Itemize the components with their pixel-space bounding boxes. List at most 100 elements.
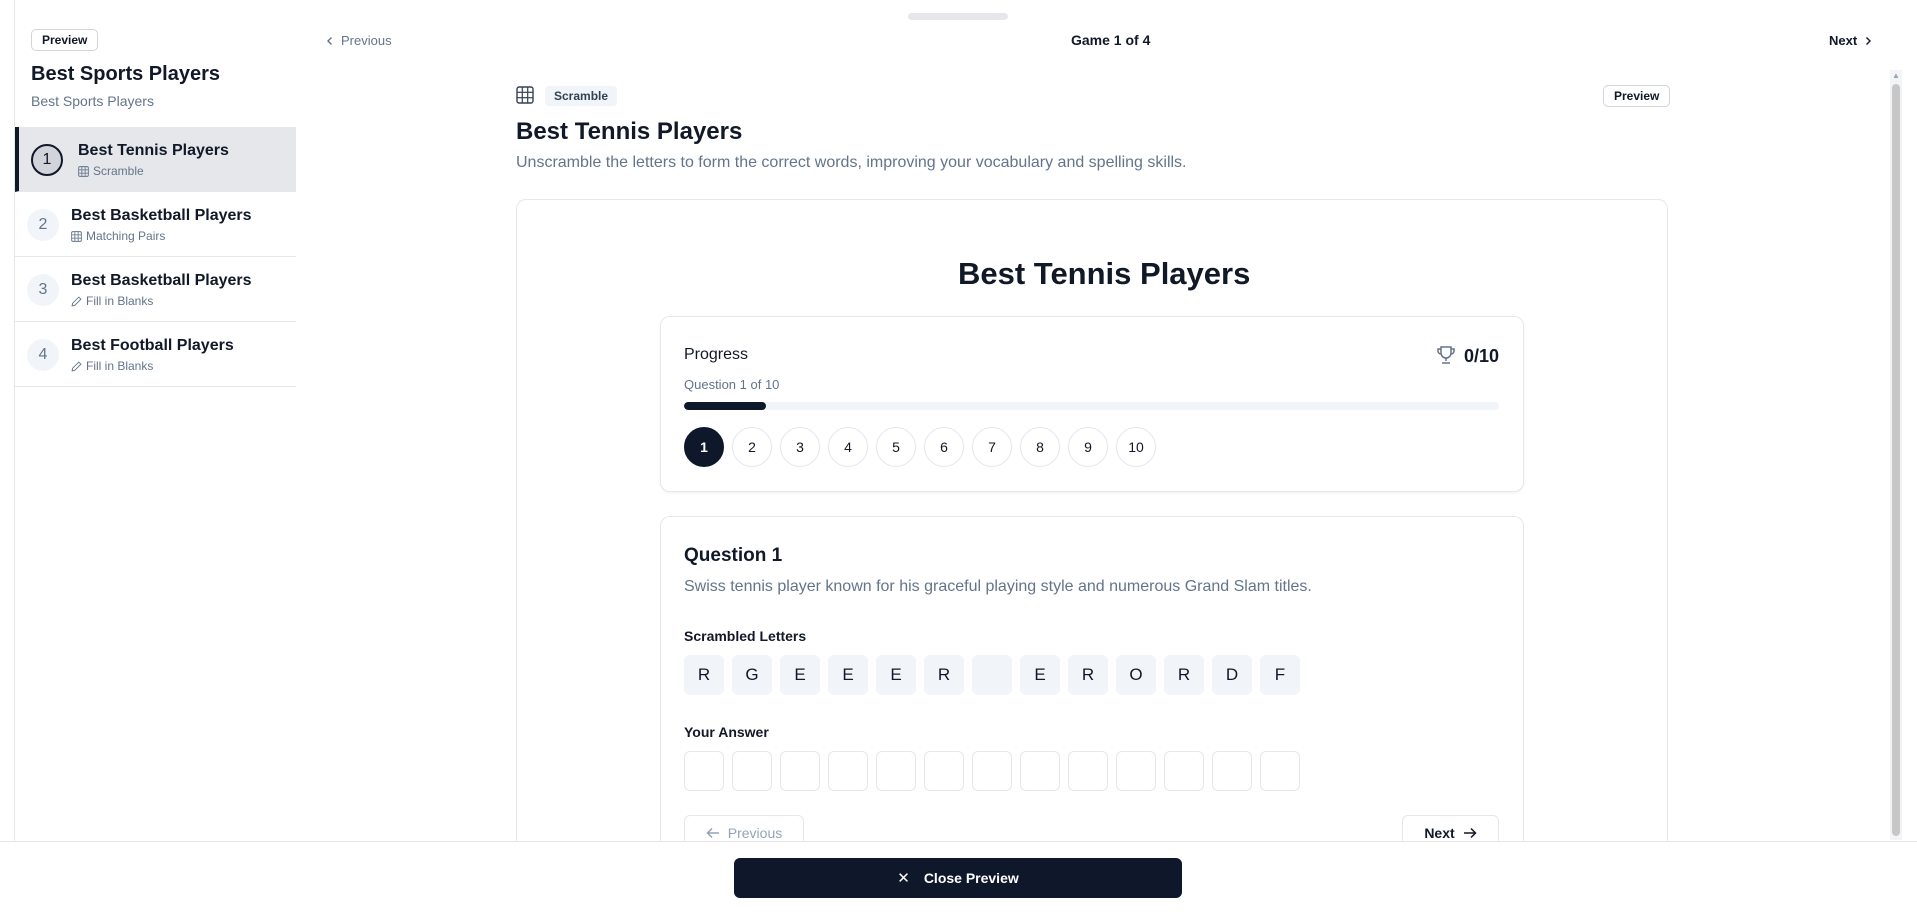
game-list: 1 Best Tennis Players Scramble 2 Best Basket… — [15, 127, 296, 387]
game-counter: Game 1 of 4 — [1071, 32, 1151, 48]
question-dot-button[interactable]: 5 — [876, 427, 916, 467]
question-next-label: Next — [1424, 825, 1455, 841]
letter-tile[interactable]: E — [1020, 655, 1060, 695]
arrow-right-icon — [1463, 827, 1477, 839]
game-description: Unscramble the letters to form the corre… — [516, 154, 1187, 171]
question-dot-button[interactable]: 6 — [924, 427, 964, 467]
chevron-right-icon — [1866, 36, 1872, 45]
game-number-badge: 1 — [31, 144, 63, 176]
game-item-name: Best Basketball Players — [71, 272, 252, 289]
sidebar-game-item[interactable]: 3 Best Basketball Players Fill in Blanks — [15, 257, 296, 322]
game-heading: Best Tennis Players — [516, 118, 743, 145]
pencil-icon — [71, 295, 82, 307]
letter-tile[interactable]: G — [732, 655, 772, 695]
scrollbar-thumb[interactable] — [1892, 84, 1900, 836]
grid-icon — [78, 165, 89, 177]
preview-page: Preview Best Sports Players Best Sports … — [0, 0, 1917, 916]
game-item-type: Matching Pairs — [71, 229, 165, 243]
letter-tile[interactable]: R — [1068, 655, 1108, 695]
game-item-type: Fill in Blanks — [71, 294, 153, 308]
question-dot-button[interactable]: 4 — [828, 427, 868, 467]
question-dot-button[interactable]: 8 — [1020, 427, 1060, 467]
sidebar-game-item[interactable]: 4 Best Football Players Fill in Blanks — [15, 322, 296, 387]
progress-bar-fill — [684, 402, 766, 410]
answer-slot[interactable] — [1020, 751, 1060, 791]
question-dot-button[interactable]: 1 — [684, 427, 724, 467]
game-item-type-label: Scramble — [93, 164, 144, 178]
answer-slot[interactable] — [1212, 751, 1252, 791]
game-item-type: Scramble — [78, 164, 144, 178]
grid-icon — [516, 86, 534, 104]
scroll-up-arrow-icon[interactable]: ▲ — [1890, 71, 1902, 80]
question-text: Swiss tennis player known for his gracef… — [684, 578, 1312, 595]
answer-slot[interactable] — [972, 751, 1012, 791]
letter-tile[interactable]: R — [684, 655, 724, 695]
close-icon: ✕ — [897, 870, 910, 887]
top-previous-button[interactable]: Previous — [325, 33, 392, 48]
course-title: Best Sports Players — [31, 63, 220, 85]
top-next-button[interactable]: Next — [1829, 33, 1873, 48]
answer-slot[interactable] — [1068, 751, 1108, 791]
course-subtitle: Best Sports Players — [31, 93, 154, 109]
game-item-name: Best Tennis Players — [78, 142, 229, 159]
game-item-type: Fill in Blanks — [71, 359, 153, 373]
trophy-icon — [1437, 346, 1455, 364]
grid-icon — [71, 230, 82, 242]
your-answer-label: Your Answer — [684, 724, 769, 740]
sidebar: Preview Best Sports Players Best Sports … — [14, 0, 296, 841]
answer-slot[interactable] — [684, 751, 724, 791]
close-preview-label: Close Preview — [923, 870, 1019, 886]
question-dot-button[interactable]: 2 — [732, 427, 772, 467]
letter-tile[interactable]: E — [876, 655, 916, 695]
drag-handle[interactable] — [908, 13, 1008, 20]
preview-button[interactable]: Preview — [1603, 85, 1671, 107]
letter-tile[interactable]: R — [1164, 655, 1204, 695]
pencil-icon — [71, 360, 82, 372]
question-counter: Question 1 of 10 — [684, 377, 780, 392]
sidebar-game-item[interactable]: 1 Best Tennis Players Scramble — [15, 127, 296, 192]
answer-slot[interactable] — [828, 751, 868, 791]
answer-slot[interactable] — [876, 751, 916, 791]
letter-tile[interactable]: O — [1116, 655, 1156, 695]
answer-slot[interactable] — [732, 751, 772, 791]
question-dot-button[interactable]: 3 — [780, 427, 820, 467]
answer-slot[interactable] — [1116, 751, 1156, 791]
game-number-badge: 4 — [27, 339, 59, 371]
question-previous-label: Previous — [727, 825, 783, 841]
letter-tile[interactable]: E — [780, 655, 820, 695]
answer-slot[interactable] — [924, 751, 964, 791]
answer-slot[interactable] — [1260, 751, 1300, 791]
answer-slot[interactable] — [1164, 751, 1204, 791]
question-title: Question 1 — [684, 545, 783, 566]
letter-tile[interactable]: E — [828, 655, 868, 695]
game-number-badge: 3 — [27, 274, 59, 306]
game-item-name: Best Basketball Players — [71, 207, 252, 224]
scrambled-letters-label: Scrambled Letters — [684, 628, 807, 644]
question-navigator: 1 2 3 4 5 6 7 8 9 10 — [684, 427, 1156, 467]
game-item-type-label: Matching Pairs — [86, 229, 166, 243]
game-number-badge: 2 — [27, 209, 59, 241]
progress-label: Progress — [684, 346, 749, 363]
game-item-name: Best Football Players — [71, 337, 234, 354]
preview-chip: Preview — [31, 29, 99, 51]
question-dot-button[interactable]: 10 — [1116, 427, 1156, 467]
letter-tile[interactable]: R — [924, 655, 964, 695]
answer-slot[interactable] — [780, 751, 820, 791]
game-item-type-label: Fill in Blanks — [86, 294, 154, 308]
progress-bar — [684, 402, 1499, 410]
top-previous-label: Previous — [341, 33, 392, 48]
card-title: Best Tennis Players — [958, 256, 1251, 291]
close-preview-button[interactable]: ✕ Close Preview — [734, 858, 1182, 898]
answer-slots — [684, 751, 1300, 791]
game-item-type-label: Fill in Blanks — [86, 359, 154, 373]
question-dot-button[interactable]: 9 — [1068, 427, 1108, 467]
letter-tile[interactable] — [972, 655, 1012, 695]
question-dot-button[interactable]: 7 — [972, 427, 1012, 467]
scrambled-letters: RGEEER ERORDF — [684, 655, 1300, 695]
arrow-left-icon — [706, 827, 719, 839]
letter-tile[interactable]: D — [1212, 655, 1252, 695]
sidebar-game-item[interactable]: 2 Best Basketball Players Matching Pairs — [15, 192, 296, 257]
game-type-badge: Scramble — [545, 86, 618, 106]
top-next-label: Next — [1829, 33, 1858, 48]
letter-tile[interactable]: F — [1260, 655, 1300, 695]
